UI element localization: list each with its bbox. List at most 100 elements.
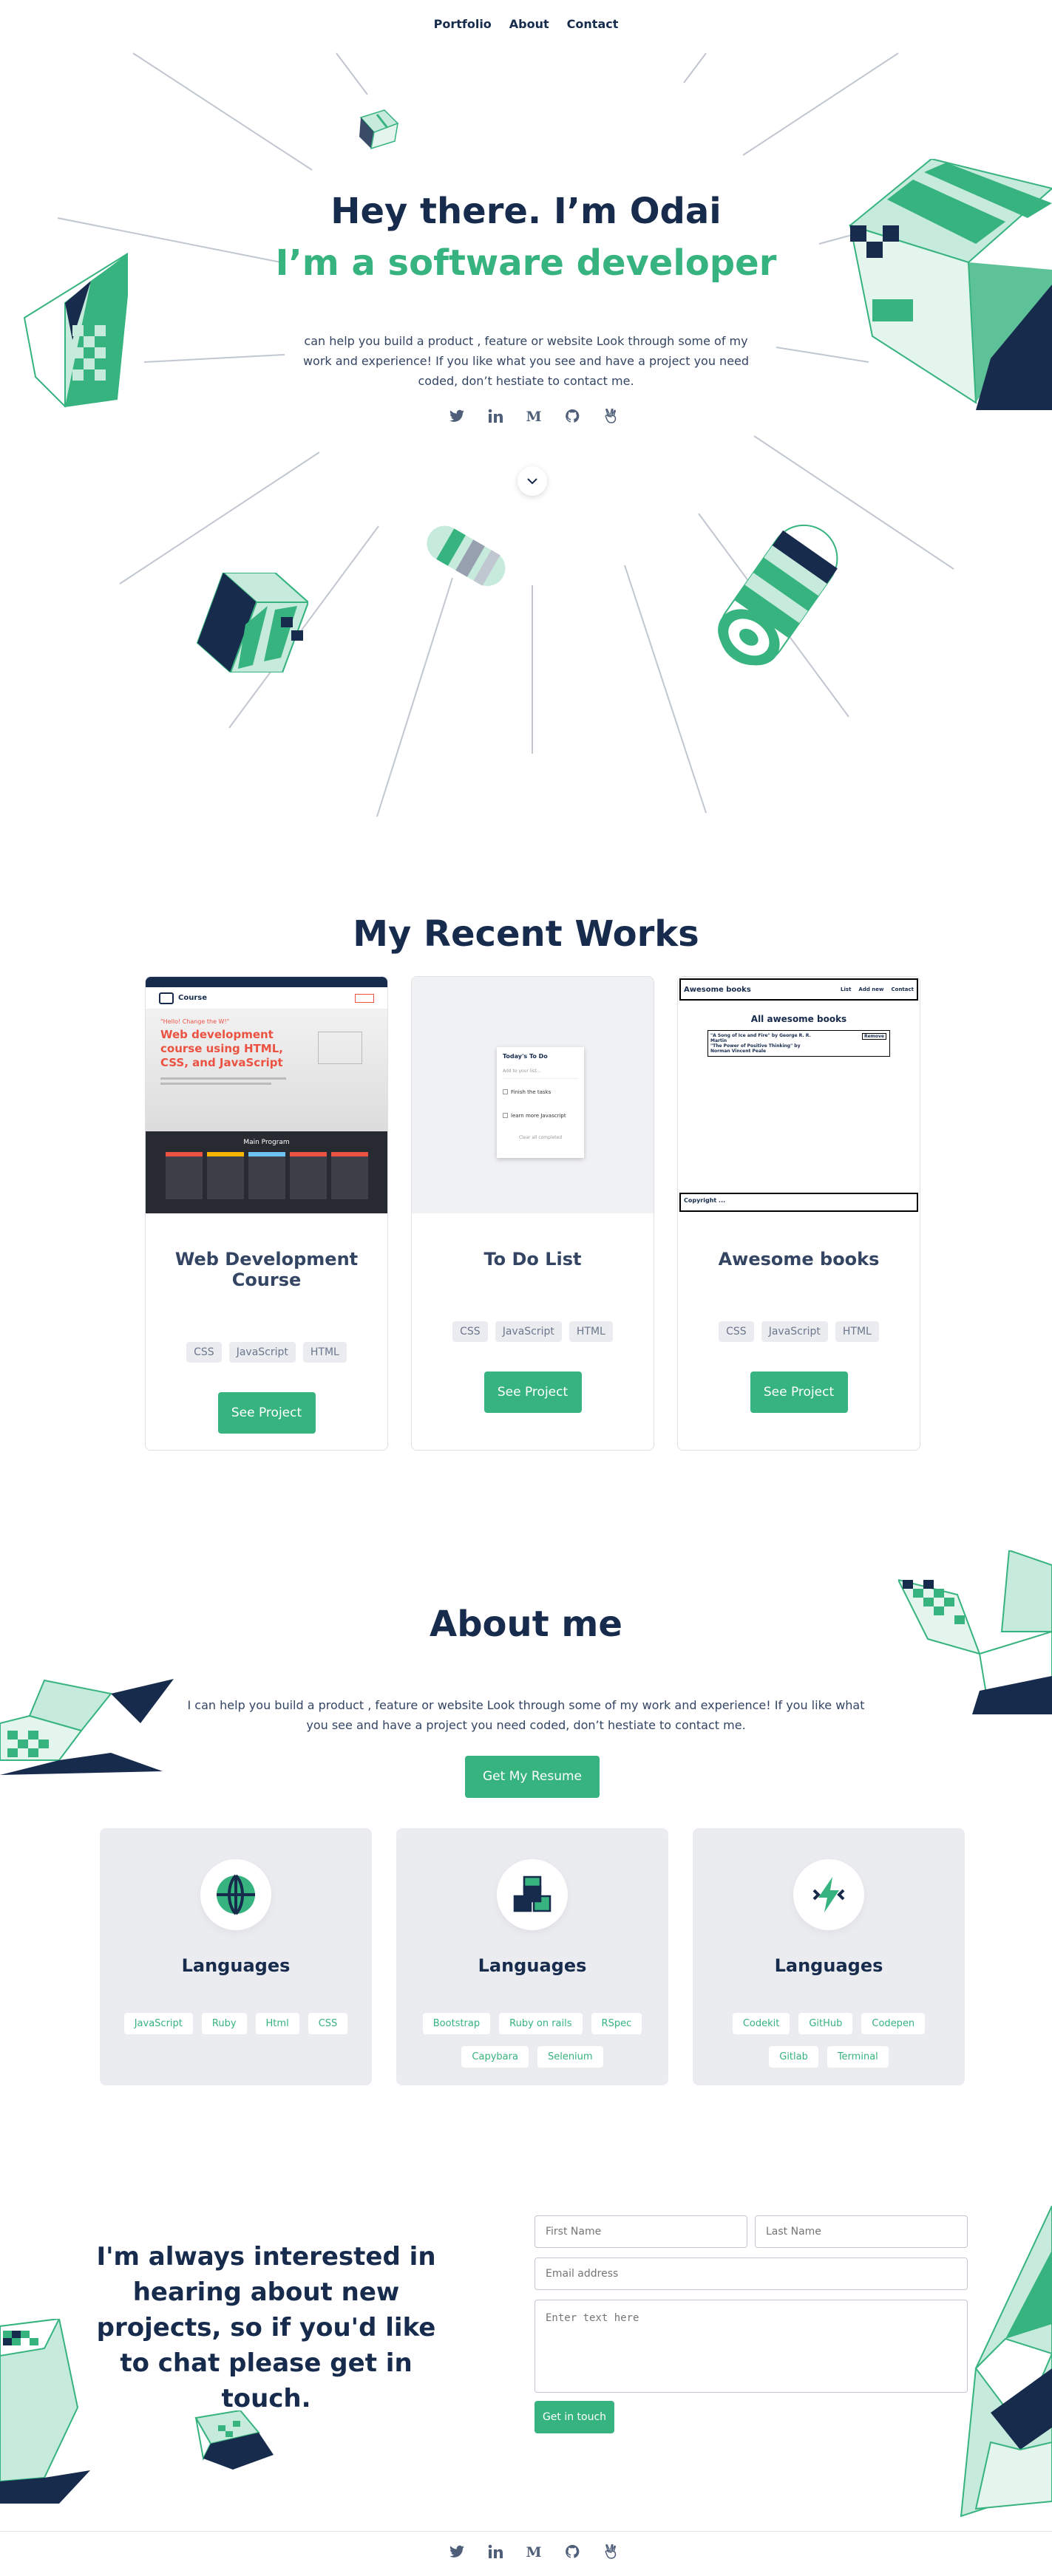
email-input[interactable] xyxy=(535,2258,968,2290)
work-title: Awesome books xyxy=(718,1249,880,1270)
medium-icon[interactable]: M xyxy=(526,408,542,424)
tag: CSS xyxy=(452,1321,488,1342)
preview-brand: Course xyxy=(178,994,207,1002)
skill-tag: RSpec xyxy=(591,2013,642,2034)
globe-icon xyxy=(200,1859,271,1930)
footer-social-links: M xyxy=(449,2543,619,2560)
skill-tag: Bootstrap xyxy=(422,2013,491,2034)
skill-tag: Codekit xyxy=(732,2013,790,2034)
get-in-touch-button[interactable]: Get in touch xyxy=(535,2401,614,2433)
work-tags: CSS JavaScript HTML xyxy=(678,1321,920,1342)
work-card-todo: Today's To Do Add to your list... Finish… xyxy=(411,976,654,1451)
github-icon[interactable] xyxy=(564,408,580,424)
tag: HTML xyxy=(302,1342,347,1363)
tag: HTML xyxy=(569,1321,613,1342)
angellist-icon[interactable] xyxy=(603,2543,619,2560)
preview-link: Contact xyxy=(891,987,914,992)
work-tags: CSS JavaScript HTML xyxy=(146,1342,387,1363)
tag: CSS xyxy=(719,1321,754,1342)
skill-tag: Ruby on rails xyxy=(499,2013,583,2034)
work-preview-web-course: Course "Hello! Change the W!" Web develo… xyxy=(146,977,387,1213)
scroll-down-button[interactable] xyxy=(517,466,547,496)
work-preview-awesome-books: Awesome books List Add new Contact All a… xyxy=(678,977,920,1213)
about-description: I can help you build a product , feature… xyxy=(187,1698,865,1732)
works-section-title: My Recent Works xyxy=(353,913,699,955)
skill-tag: CSS xyxy=(308,2013,348,2034)
work-tags: CSS JavaScript HTML xyxy=(412,1321,654,1342)
chevron-down-icon xyxy=(527,477,537,484)
see-project-button[interactable]: See Project xyxy=(483,1372,582,1413)
see-project-button[interactable]: See Project xyxy=(750,1372,848,1413)
skill-tags: Codekit GitHub Codepen Gitlab Terminal xyxy=(715,2013,943,2068)
hero-social-links: M xyxy=(449,408,619,424)
skill-tag: Gitlab xyxy=(769,2046,818,2068)
github-icon[interactable] xyxy=(564,2543,580,2560)
paper-boat-left-shape xyxy=(0,1679,174,1775)
last-name-input[interactable] xyxy=(755,2215,968,2248)
twitter-icon[interactable] xyxy=(449,408,465,424)
preview-tagline: "Hello! Change the W!" xyxy=(160,1018,230,1025)
preview-link: List xyxy=(841,987,852,992)
preview-brand: Awesome books xyxy=(684,985,751,994)
work-card-web-course: Course "Hello! Change the W!" Web develo… xyxy=(145,976,388,1451)
work-title: To Do List xyxy=(483,1249,582,1270)
skill-tags: Bootstrap Ruby on rails RSpec Capybara S… xyxy=(418,2013,646,2068)
preview-book: "The Power of Positive Thinking" by Norm… xyxy=(710,1043,801,1054)
capsule-shape xyxy=(427,525,506,586)
cylinder-shape xyxy=(718,524,838,666)
hero-rays-decoration xyxy=(57,52,954,817)
preview-todo-item: learn more Javascript xyxy=(511,1113,566,1119)
twitter-icon[interactable] xyxy=(449,2543,465,2560)
hero-title: Hey there. I’m Odai xyxy=(330,191,722,232)
cubes-icon xyxy=(497,1859,568,1930)
preview-todo-item: Finish the tasks xyxy=(511,1089,552,1095)
medium-icon[interactable]: M xyxy=(526,2543,542,2560)
angellist-icon[interactable] xyxy=(603,408,619,424)
work-card-awesome-books: Awesome books List Add new Contact All a… xyxy=(677,976,920,1451)
get-resume-button[interactable]: Get My Resume xyxy=(465,1756,600,1798)
linkedin-icon[interactable] xyxy=(487,408,503,424)
first-name-input[interactable] xyxy=(535,2215,747,2248)
see-project-button[interactable]: See Project xyxy=(217,1392,316,1434)
small-cube-shape xyxy=(359,109,399,150)
skill-tags: JavaScript Ruby Html CSS xyxy=(122,2013,350,2034)
preview-section-title: Main Program xyxy=(243,1139,290,1146)
about-section-title: About me xyxy=(430,1604,622,1645)
svg-text:M: M xyxy=(526,2545,541,2558)
skill-tag: Capybara xyxy=(461,2046,529,2068)
cube-left-shape xyxy=(196,573,308,672)
skill-title: Languages xyxy=(181,1955,291,1976)
preview-book: "A Song of Ice and Fire" by George R. R.… xyxy=(710,1033,811,1043)
skill-card-languages: Languages JavaScript Ruby Html CSS xyxy=(100,1828,372,2085)
tag: JavaScript xyxy=(495,1321,562,1342)
work-title: Web Development Course xyxy=(174,1249,359,1290)
preview-app-title: Today's To Do xyxy=(503,1053,548,1060)
skill-tag: Ruby xyxy=(201,2013,247,2034)
preview-headline: Web development course using HTML, CSS, … xyxy=(160,1028,283,1069)
hero-section: Hey there. I’m Odai I’m a software devel… xyxy=(0,0,1052,850)
skill-tag: Html xyxy=(255,2013,299,2034)
tag: CSS xyxy=(186,1342,222,1363)
skill-tag: Codepen xyxy=(861,2013,926,2034)
lightning-icon xyxy=(793,1859,864,1930)
work-preview-todo: Today's To Do Add to your list... Finish… xyxy=(412,977,654,1213)
linkedin-icon[interactable] xyxy=(487,2543,503,2560)
preview-footer: Clear all completed xyxy=(518,1135,563,1140)
preview-remove-button: Remove xyxy=(861,1033,886,1040)
message-textarea[interactable] xyxy=(535,2300,968,2393)
tag: JavaScript xyxy=(761,1321,828,1342)
hero-subtitle: I’m a software developer xyxy=(275,242,777,284)
contact-left-shape xyxy=(0,2319,90,2504)
tag: HTML xyxy=(835,1321,879,1342)
contact-heading: I'm always interested in hearing about n… xyxy=(96,2242,436,2413)
tag: JavaScript xyxy=(228,1342,296,1363)
footer-divider xyxy=(0,2531,1052,2532)
skill-tag: GitHub xyxy=(798,2013,853,2034)
skill-tag: Terminal xyxy=(827,2046,889,2068)
skill-title: Languages xyxy=(478,1955,587,1976)
preview-footer: Copyright ... xyxy=(679,1193,918,1212)
skill-card-tools: Languages Codekit GitHub Codepen Gitlab … xyxy=(693,1828,965,2085)
hero-description: can help you build a product , feature o… xyxy=(302,334,750,388)
skill-card-frameworks: Languages Bootstrap Ruby on rails RSpec … xyxy=(396,1828,668,2085)
preview-link: Add new xyxy=(858,987,884,992)
